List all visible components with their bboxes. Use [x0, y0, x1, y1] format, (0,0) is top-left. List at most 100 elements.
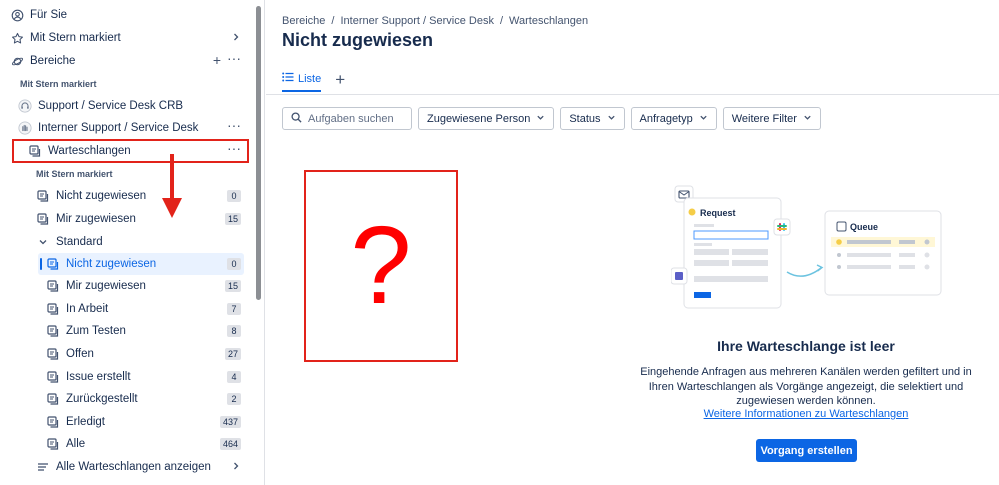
- group-label: Standard: [56, 236, 103, 248]
- sidebar-item-label: Für Sie: [30, 9, 68, 21]
- sidebar-item-label: Mit Stern markiert: [30, 32, 121, 44]
- queue-label: In Arbeit: [66, 303, 109, 315]
- sidebar-group-standard[interactable]: Standard: [36, 231, 103, 253]
- add-view-plus-icon[interactable]: +: [335, 71, 345, 88]
- breadcrumb: Bereiche / Interner Support / Service De…: [282, 15, 588, 27]
- list-icon: [36, 460, 50, 474]
- annotation-arrow-icon: [162, 154, 182, 218]
- more-filters-button[interactable]: Weitere Filter: [722, 107, 821, 130]
- queue-label: Mir zugewiesen: [56, 213, 136, 225]
- sidebar-queue-deferred[interactable]: Zurückgestellt 2: [46, 388, 245, 410]
- queue-label: Issue erstellt: [66, 371, 131, 383]
- filter-bar: Aufgaben suchen Zugewiesene Person Statu…: [282, 107, 821, 130]
- chevron-down-icon: [803, 113, 812, 125]
- tab-list[interactable]: Liste: [282, 72, 322, 92]
- star-icon: [10, 31, 24, 45]
- queue-icon: [46, 370, 60, 384]
- search-icon: [291, 111, 302, 126]
- sidebar-queue-issue-created[interactable]: Issue erstellt 4: [46, 366, 245, 388]
- empty-queue-illustration: Request Queue: [671, 185, 942, 309]
- chevron-down-icon: [699, 113, 708, 125]
- sidebar-queue-unassigned-starred[interactable]: Nicht zugewiesen 0: [36, 185, 245, 207]
- sidebar-queue-unassigned[interactable]: Nicht zugewiesen 0: [46, 253, 245, 275]
- breadcrumb-separator: /: [499, 15, 504, 27]
- more-icon[interactable]: ···: [227, 118, 241, 132]
- sidebar: Für Sie Mit Stern markiert Bereiche + ··…: [0, 0, 265, 485]
- queue-icon: [46, 437, 60, 451]
- queue-label: Zurückgestellt: [66, 393, 138, 405]
- sidebar-item-label: Interner Support / Service Desk: [38, 122, 199, 134]
- sidebar-queue-testing[interactable]: Zum Testen 8: [46, 320, 245, 342]
- queue-icon: [46, 302, 60, 316]
- sidebar-item-label: Support / Service Desk CRB: [38, 100, 184, 112]
- queue-icon: [46, 279, 60, 293]
- breadcrumb-project[interactable]: Interner Support / Service Desk: [340, 15, 493, 27]
- breadcrumb-areas[interactable]: Bereiche: [282, 15, 325, 27]
- empty-state-title: Ihre Warteschlange ist leer: [717, 338, 895, 354]
- sidebar-project-crb[interactable]: Support / Service Desk CRB: [18, 95, 183, 117]
- illustration-request-label: Request: [700, 208, 736, 218]
- chevron-right-icon: [231, 32, 241, 42]
- empty-state-description: Eingehende Anfragen aus mehreren Kanälen…: [640, 366, 972, 407]
- queue-count: 7: [227, 303, 241, 315]
- sidebar-item-starred[interactable]: Mit Stern markiert: [10, 27, 245, 49]
- sidebar-queue-done[interactable]: Erledigt 437: [46, 411, 245, 433]
- breadcrumb-queues[interactable]: Warteschlangen: [509, 15, 588, 27]
- queue-count: 0: [227, 258, 241, 270]
- queue-count: 437: [219, 416, 241, 428]
- queue-icon: [46, 415, 60, 429]
- queue-count: 464: [219, 438, 241, 450]
- search-input[interactable]: Aufgaben suchen: [282, 107, 412, 130]
- filter-label: Status: [569, 112, 601, 125]
- queue-label: Nicht zugewiesen: [56, 190, 147, 202]
- queue-label: Nicht zugewiesen: [66, 258, 157, 270]
- view-tabs: Liste +: [282, 71, 345, 92]
- queue-count: 2: [227, 393, 241, 405]
- chevron-down-icon: [536, 113, 545, 125]
- sidebar-queue-assigned-me-starred[interactable]: Mir zugewiesen 15: [36, 208, 245, 230]
- queue-count: 15: [224, 213, 241, 225]
- plus-icon[interactable]: +: [213, 53, 221, 67]
- sidebar-all-queues-link[interactable]: Alle Warteschlangen anzeigen: [36, 456, 245, 478]
- illustration-queue-label: Queue: [850, 222, 878, 232]
- main-content: Bereiche / Interner Support / Service De…: [266, 0, 999, 485]
- queue-count: 0: [227, 190, 241, 202]
- annotation-highlight-box: [12, 139, 249, 163]
- assignee-filter-button[interactable]: Zugewiesene Person: [418, 107, 555, 130]
- tab-label: Liste: [298, 72, 322, 85]
- sidebar-item-areas[interactable]: Bereiche + ···: [10, 50, 245, 72]
- project-headset-icon: [18, 99, 32, 113]
- request-type-filter-button[interactable]: Anfragetyp: [630, 107, 717, 130]
- queue-label: Alle: [66, 438, 86, 450]
- section-heading-starred: Mit Stern markiert: [20, 79, 97, 89]
- queue-label: Offen: [66, 348, 94, 360]
- list-icon: [282, 72, 294, 85]
- chevron-down-icon: [607, 113, 616, 125]
- learn-more-link[interactable]: Weitere Informationen zu Warteschlangen: [638, 408, 974, 420]
- sidebar-scrollbar[interactable]: [256, 6, 261, 300]
- sidebar-queue-in-progress[interactable]: In Arbeit 7: [46, 298, 245, 320]
- sidebar-queue-open[interactable]: Offen 27: [46, 343, 245, 365]
- sidebar-queue-all[interactable]: Alle 464: [46, 433, 245, 455]
- queue-count: 15: [224, 280, 241, 292]
- create-request-button[interactable]: Vorgang erstellen: [756, 439, 857, 462]
- sidebar-item-for-you[interactable]: Für Sie: [10, 4, 67, 26]
- queue-label: Erledigt: [66, 416, 105, 428]
- question-mark: ?: [350, 204, 412, 327]
- queue-count: 27: [224, 348, 241, 360]
- sidebar-project-internal[interactable]: Interner Support / Service Desk ···: [18, 117, 245, 139]
- chevron-right-icon: [231, 461, 241, 471]
- sidebar-item-label: Alle Warteschlangen anzeigen: [56, 461, 211, 473]
- section-heading-starred-queues: Mit Stern markiert: [36, 169, 113, 179]
- more-icon[interactable]: ···: [227, 51, 241, 65]
- breadcrumb-separator: /: [331, 15, 335, 27]
- sidebar-queue-assigned-me[interactable]: Mir zugewiesen 15: [46, 275, 245, 297]
- planet-icon: [10, 54, 24, 68]
- queue-label: Zum Testen: [66, 325, 126, 337]
- status-filter-button[interactable]: Status: [560, 107, 625, 130]
- filter-label: Anfragetyp: [639, 112, 693, 125]
- queue-icon: [46, 324, 60, 338]
- user-circle-icon: [10, 8, 24, 22]
- sidebar-item-label: Bereiche: [30, 55, 76, 67]
- queue-count: 8: [227, 325, 241, 337]
